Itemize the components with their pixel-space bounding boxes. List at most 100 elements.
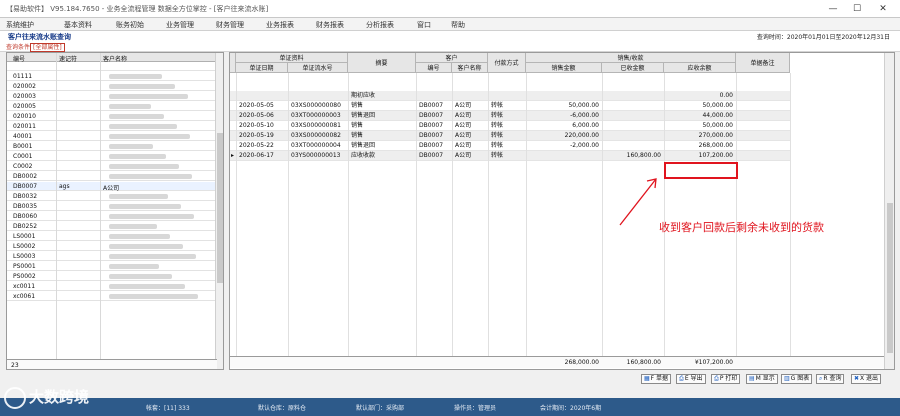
customer-row[interactable]: 020011 [7,122,217,131]
menu-finance[interactable]: 财务管理 [216,20,244,30]
cell-payment: 转帐 [491,122,504,129]
ledger-row[interactable]: 2020-05-05 03XS000000080 销售 DB0007 A公司 转帐 50,0… [230,101,790,111]
grid-line [790,73,791,356]
ledger-row[interactable]: 2020-05-10 03XS000000081 销售 DB0007 A公司 转帐 6,00… [230,121,790,131]
customer-code: 020003 [13,93,36,100]
scroll-thumb[interactable] [217,133,223,283]
ledger-row[interactable]: 2020-05-19 03XS000000082 销售 DB0007 A公司 转帐 220,… [230,131,790,141]
redacted-name [109,114,164,119]
menu-analysis-report[interactable]: 分析报表 [366,20,394,30]
customer-row[interactable]: xc0061 [7,292,217,301]
col-date-header[interactable]: 单证日期 [236,63,288,73]
grid-line [602,73,603,356]
col-remark-header[interactable]: 单据备注 [736,53,790,73]
customer-row[interactable]: DB0035 [7,202,217,211]
query-condition: 查询条件 [全部属性] [6,42,65,52]
customer-code: LS0001 [13,233,36,240]
customer-row[interactable]: 01111 [7,72,217,81]
query-value[interactable]: [全部属性] [30,43,65,52]
customer-row[interactable]: C0001 [7,152,217,161]
customer-row[interactable]: DB0252 [7,222,217,231]
query-condition-bar: 查询条件 [全部属性] [0,41,900,52]
customer-row[interactable]: DB0032 [7,192,217,201]
customer-row[interactable]: DB0007 ags A公司 [7,182,217,192]
annotation-text: 收到客户回款后剩余未收到的货款 [659,221,824,234]
col-serial-header[interactable]: 单证流水号 [288,63,348,73]
col-sales-amount-header[interactable]: 销售金额 [526,63,602,73]
customer-row[interactable] [7,62,217,71]
cell-sales-amount: -6,000.00 [570,112,599,119]
customer-name: A公司 [103,185,120,192]
grid-line [452,73,453,356]
cell-receivable: 50,000.00 [702,102,733,109]
chart-button[interactable]: ▥G 图表 [781,374,813,384]
customer-row[interactable]: xc0011 [7,282,217,291]
menu-account-init[interactable]: 账务初始 [116,20,144,30]
cell-date [237,91,287,101]
menu-window[interactable]: 窗口 [417,20,431,30]
voucher-button[interactable]: ▦F 单据 [641,374,672,384]
customer-row[interactable]: C0002 [7,162,217,171]
col-payment-header[interactable]: 付款方式 [488,53,526,73]
col-receivable-header[interactable]: 应收余额 [664,63,736,73]
ledger-row[interactable]: 2020-05-06 03XT000000003 销售退回 DB0007 A公司 转帐 -6… [230,111,790,121]
display-icon: ▤ [749,375,755,382]
menu-basic-data[interactable]: 基本资料 [64,20,92,30]
ledger-row[interactable]: 2020-06-17 03YS000000013 应收收款 DB0007 A公司 转帐 16… [230,151,790,161]
sales-group-header: 销售/收款 [526,53,736,63]
scroll-thumb[interactable] [887,203,893,353]
customer-row[interactable]: LS0003 [7,252,217,261]
customer-row[interactable]: 020002 [7,82,217,91]
cell-cust-code [417,91,451,101]
customer-row[interactable]: LS0001 [7,232,217,241]
redacted-name [109,164,179,169]
status-account: 帐套：[11] 333 [146,405,190,412]
cell-payment: 转帐 [491,142,504,149]
bottom-toolbar: ▦F 单据 ⎙E 导出 ⎙P 打印 ▤M 显示 ▥G 图表 ⌕R 查询 ✖X 退… [0,372,900,386]
menu-system[interactable]: 系统维护 [6,20,34,30]
print-button[interactable]: ⎙P 打印 [711,374,741,384]
display-button[interactable]: ▤M 显示 [746,374,778,384]
customer-list-scrollbar[interactable] [215,53,223,369]
close-button[interactable]: ✕ [876,3,890,15]
customer-row[interactable]: DB0060 [7,212,217,221]
minimize-button[interactable]: — [826,3,840,15]
cell-receivable: 44,000.00 [702,112,733,119]
redacted-name [109,224,157,229]
customer-row[interactable]: PS0002 [7,272,217,281]
customer-row[interactable]: LS0002 [7,242,217,251]
col-cust-code-header[interactable]: 编号 [416,63,452,73]
menu-business[interactable]: 业务管理 [166,20,194,30]
ledger-scrollbar[interactable] [884,53,894,369]
customer-row[interactable]: 020010 [7,112,217,121]
customer-row[interactable]: DB0002 [7,172,217,181]
col-summary-header[interactable]: 摘要 [348,53,416,73]
menu-help[interactable]: 帮助 [451,20,465,30]
customer-row[interactable]: 40001 [7,132,217,141]
ledger-row[interactable]: 2020-05-22 03XT000000004 销售退回 DB0007 A公司 转帐 -2… [230,141,790,151]
menu-business-report[interactable]: 业务报表 [266,20,294,30]
col-cust-name-header[interactable]: 客户名称 [452,63,488,73]
redacted-name [109,124,177,129]
customer-row[interactable]: B0001 [7,142,217,151]
printer-icon: ⎙ [714,375,719,382]
customer-row[interactable]: 020005 [7,102,217,111]
ledger-row[interactable]: 期初应收 0.00 [230,91,790,101]
cell-receivable: 270,000.00 [698,132,733,139]
exit-button[interactable]: ✖X 退出 [851,374,882,384]
menu-finance-report[interactable]: 财务报表 [316,20,344,30]
export-icon: ⎙ [679,375,684,382]
query-button[interactable]: ⌕R 查询 [816,374,845,384]
col-received-header[interactable]: 已收金额 [602,63,664,73]
export-button[interactable]: ⎙E 导出 [676,374,706,384]
total-sales-amount: 268,000.00 [564,359,599,366]
customer-row[interactable]: 020003 [7,92,217,101]
customer-row[interactable]: PS0001 [7,262,217,271]
redacted-name [109,144,153,149]
cell-received [602,131,664,141]
cell-cust-name: A公司 [455,122,472,129]
maximize-button[interactable]: ☐ [850,3,864,15]
cell-cust-name: A公司 [455,112,472,119]
window-title: 【易助软件】 V95.184.7650 - 业务全流程管理 数据全方位掌控 - … [6,5,269,13]
cell-received: 160,800.00 [626,152,661,159]
